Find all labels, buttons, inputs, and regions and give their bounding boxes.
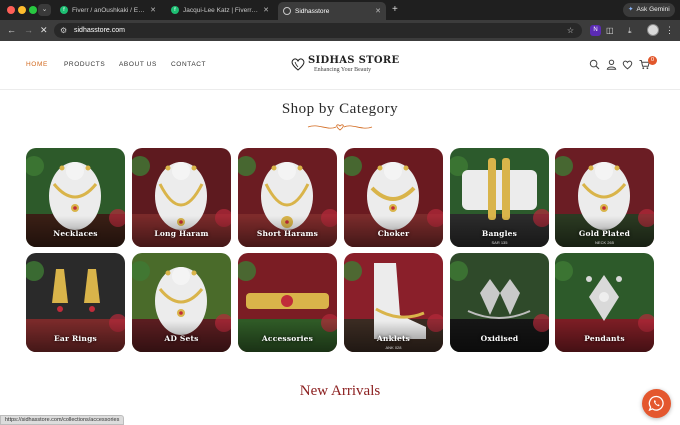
category-price-tag: NECK 265 (595, 240, 614, 245)
url-text[interactable]: sidhasstore.com (74, 23, 125, 38)
category-label: Choker (377, 229, 410, 238)
browser-tab-bar: ⌄ f Fiverr / anOushkaki / Edit Gig ✕ f J… (0, 0, 680, 20)
gemini-label: Ask Gemini (636, 6, 670, 13)
globe-icon (283, 7, 291, 15)
category-price-tag: ANK 028 (385, 345, 402, 350)
tab-title: Fiverr / anOushkaki / Edit Gig (72, 6, 146, 14)
shop-by-category-title: Shop by Category (281, 101, 399, 117)
category-card[interactable]: Short Harams (238, 148, 337, 247)
stop-loading-icon[interactable]: ✕ (40, 24, 48, 36)
nav-home[interactable]: HOME (26, 61, 48, 68)
category-card[interactable]: Accessories (238, 253, 337, 352)
nav-about-us[interactable]: ABOUT US (119, 61, 157, 68)
category-label: Ear Rings (54, 334, 97, 343)
close-window-icon[interactable] (7, 6, 15, 14)
close-icon[interactable]: ✕ (150, 6, 156, 14)
category-label: Bangles (481, 229, 518, 238)
search-icon[interactable] (589, 59, 600, 70)
site-info-icon[interactable]: ⚙ (60, 24, 67, 37)
category-label: Oxidised (480, 334, 519, 343)
category-card[interactable]: Long Haram (132, 148, 231, 247)
downloads-icon[interactable]: ⤓ (628, 25, 632, 36)
bookmark-star-icon[interactable]: ☆ (567, 23, 574, 38)
back-arrow-icon[interactable]: ← (7, 24, 16, 36)
site-header: HOME PRODUCTS ABOUT US CONTACT SIDHAS ST… (0, 41, 680, 90)
forward-arrow-icon[interactable]: → (24, 24, 33, 36)
more-menu-icon[interactable]: ⋮ (665, 24, 674, 36)
fiverr-icon: f (171, 6, 179, 14)
logo-tagline: Enhancing Your Beauty (314, 67, 372, 73)
whatsapp-chat-button[interactable] (642, 389, 671, 418)
maximize-window-icon[interactable] (29, 6, 37, 14)
category-price-tag: SAR 135 (491, 240, 508, 245)
wishlist-heart-icon[interactable] (622, 59, 633, 70)
logo-title[interactable]: SIDHAS STORE (308, 55, 399, 66)
new-arrivals-title: New Arrivals (299, 383, 381, 399)
category-card[interactable]: AD Sets (132, 253, 231, 352)
title-ornament-divider (307, 124, 373, 131)
cart-count-badge: 0 (648, 56, 657, 65)
category-label: Accessories (261, 334, 314, 343)
category-label: Anklets (376, 334, 411, 343)
category-card[interactable]: Anklets ANK 028 (344, 253, 443, 352)
category-label: AD Sets (164, 334, 199, 343)
category-card[interactable]: Oxidised (450, 253, 549, 352)
tab-search-icon[interactable]: ⌄ (38, 4, 51, 16)
fiverr-icon: f (60, 6, 68, 14)
ask-gemini-button[interactable]: ✦ Ask Gemini (623, 3, 675, 17)
extensions-puzzle-icon[interactable]: ◫ (606, 25, 614, 36)
browser-tab[interactable]: f Jacqui-Lee Katz | Fiverr Pro ✕ (166, 2, 274, 18)
whatsapp-icon (648, 395, 664, 412)
category-label: Gold Plated (578, 229, 631, 238)
minimize-window-icon[interactable] (18, 6, 26, 14)
category-label: Pendants (584, 334, 625, 343)
category-label: Necklaces (53, 229, 98, 238)
category-label: Short Harams (256, 229, 319, 238)
nav-products[interactable]: PRODUCTS (64, 61, 105, 68)
new-tab-button[interactable]: + (392, 4, 398, 16)
extension-icon[interactable]: N (590, 25, 601, 36)
category-card[interactable]: Necklaces (26, 148, 125, 247)
close-icon[interactable]: ✕ (263, 6, 269, 14)
category-card[interactable]: Pendants (555, 253, 654, 352)
category-card[interactable]: Gold Plated NECK 265 (555, 148, 654, 247)
tab-title: Jacqui-Lee Katz | Fiverr Pro (183, 6, 260, 14)
category-card[interactable]: Bangles SAR 135 (450, 148, 549, 247)
logo-heart-icon[interactable] (290, 56, 306, 72)
category-label: Long Haram (154, 229, 209, 238)
browser-tab[interactable]: f Fiverr / anOushkaki / Edit Gig ✕ (55, 2, 161, 18)
browser-toolbar: ← → ✕ ⚙ sidhasstore.com ☆ N ◫ ⤓ ⋮ (0, 20, 680, 41)
account-user-icon[interactable] (606, 59, 617, 70)
browser-tab-active[interactable]: Sidhasstore ✕ (278, 2, 386, 20)
close-icon[interactable]: ✕ (375, 7, 381, 15)
category-card[interactable]: Choker (344, 148, 443, 247)
status-bar-link-preview: https://sidhasstore.com/collections/acce… (0, 415, 125, 425)
category-card[interactable]: Ear Rings (26, 253, 125, 352)
address-bar[interactable]: ⚙ sidhasstore.com ☆ (54, 23, 582, 38)
nav-contact[interactable]: CONTACT (171, 61, 206, 68)
tab-title: Sidhasstore (295, 7, 330, 15)
profile-avatar[interactable] (647, 24, 659, 36)
gemini-icon: ✦ (628, 6, 634, 13)
